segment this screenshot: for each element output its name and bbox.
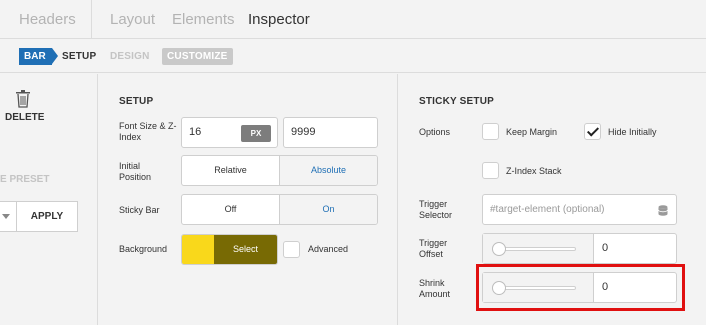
initial-position-label: Initial Position bbox=[119, 161, 152, 182]
z-index-value: 9999 bbox=[291, 126, 316, 138]
options-label: Options bbox=[419, 127, 451, 137]
sticky-off-option[interactable]: Off bbox=[182, 195, 279, 224]
shrink-amount-label: Shrink Amount bbox=[419, 278, 451, 299]
tab-divider bbox=[91, 0, 92, 39]
highlight-box bbox=[476, 264, 685, 311]
chevron-down-icon bbox=[2, 214, 10, 219]
z-index-stack-label: Z-Index Stack bbox=[506, 166, 562, 176]
bar-badge[interactable]: BAR bbox=[19, 48, 58, 65]
trigger-offset-label: Trigger Offset bbox=[419, 238, 448, 259]
trigger-offset-control: 0 bbox=[482, 233, 677, 264]
select-color-button[interactable]: Select bbox=[214, 235, 277, 264]
subtab-setup[interactable]: SETUP bbox=[62, 51, 96, 62]
setup-title: SETUP bbox=[119, 96, 154, 107]
trigger-offset-value[interactable]: 0 bbox=[602, 242, 608, 254]
font-size-value: 16 bbox=[189, 126, 202, 138]
position-absolute-option[interactable]: Absolute bbox=[279, 156, 377, 185]
tab-inspector[interactable]: Inspector bbox=[248, 11, 310, 28]
advanced-checkbox[interactable] bbox=[283, 241, 300, 258]
database-icon[interactable] bbox=[658, 205, 668, 216]
unit-badge[interactable]: PX bbox=[241, 125, 271, 142]
tab-headers[interactable]: Headers bbox=[19, 11, 76, 28]
z-index-input[interactable]: 9999 bbox=[283, 117, 378, 148]
hide-initially-label: Hide Initially bbox=[608, 127, 657, 137]
hide-initially-checkbox[interactable] bbox=[584, 123, 601, 140]
font-size-label: Font Size & Z-Index bbox=[119, 121, 177, 142]
top-tab-bar: Headers Layout Elements Inspector bbox=[0, 0, 706, 39]
initial-position-toggle: Relative Absolute bbox=[181, 155, 378, 186]
tab-layout[interactable]: Layout bbox=[110, 11, 155, 28]
sticky-bar-label: Sticky Bar bbox=[119, 205, 160, 215]
preset-dropdown[interactable] bbox=[0, 201, 17, 232]
subtab-customize[interactable]: CUSTOMIZE bbox=[162, 48, 233, 65]
preset-label: E PRESET bbox=[0, 174, 50, 185]
color-swatch[interactable] bbox=[182, 235, 214, 264]
inspector-root: Headers Layout Elements Inspector BAR SE… bbox=[0, 0, 706, 325]
trigger-selector-placeholder: #target-element (optional) bbox=[490, 204, 605, 215]
font-size-input[interactable]: 16 PX bbox=[181, 117, 278, 148]
sub-tab-bar bbox=[0, 40, 706, 73]
background-color-picker[interactable]: Select bbox=[181, 234, 278, 265]
trigger-selector-label: Trigger Selector bbox=[419, 199, 453, 220]
trash-icon[interactable] bbox=[15, 90, 31, 108]
advanced-label: Advanced bbox=[308, 244, 349, 254]
trigger-offset-slider-handle[interactable] bbox=[492, 242, 506, 256]
sticky-setup-title: STICKY SETUP bbox=[419, 96, 495, 107]
keep-margin-label: Keep Margin bbox=[506, 127, 558, 137]
tab-elements[interactable]: Elements bbox=[172, 11, 235, 28]
subtab-design[interactable]: DESIGN bbox=[110, 51, 150, 62]
position-relative-option[interactable]: Relative bbox=[182, 156, 279, 185]
trigger-offset-slider-area bbox=[483, 234, 594, 263]
keep-margin-checkbox[interactable] bbox=[482, 123, 499, 140]
delete-label[interactable]: DELETE bbox=[5, 112, 44, 123]
sticky-on-option[interactable]: On bbox=[279, 195, 377, 224]
background-label: Background bbox=[119, 244, 168, 254]
sticky-bar-toggle: Off On bbox=[181, 194, 378, 225]
z-index-stack-checkbox[interactable] bbox=[482, 162, 499, 179]
apply-button[interactable]: APPLY bbox=[16, 201, 78, 232]
trigger-selector-input[interactable]: #target-element (optional) bbox=[482, 194, 677, 225]
